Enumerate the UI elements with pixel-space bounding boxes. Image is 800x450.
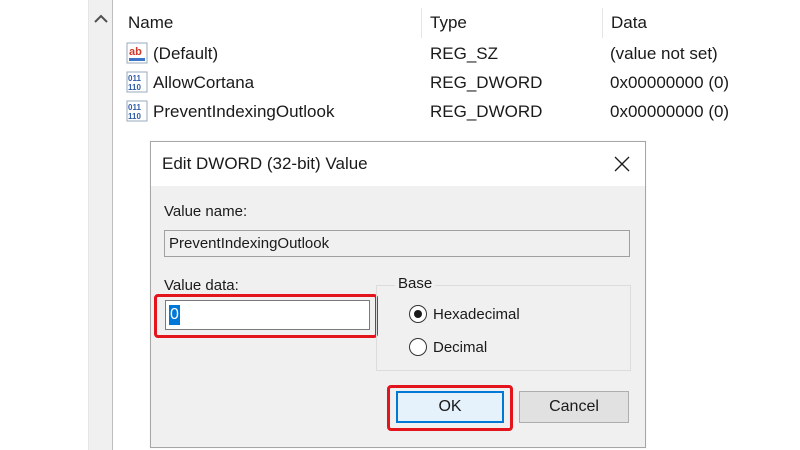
- scroll-up-arrow-icon[interactable]: [89, 8, 113, 30]
- value-name: AllowCortana: [153, 73, 255, 92]
- close-button[interactable]: [599, 142, 645, 186]
- list-item[interactable]: 011 110 PreventIndexingOutlook REG_DWORD…: [120, 97, 800, 126]
- value-data-label: Value data:: [164, 277, 239, 294]
- ok-highlight-box: [387, 385, 513, 431]
- column-header-type[interactable]: Type: [421, 8, 600, 38]
- svg-text:ab: ab: [129, 46, 142, 58]
- dialog-title: Edit DWORD (32-bit) Value: [162, 154, 368, 173]
- radio-hexadecimal-label: Hexadecimal: [433, 305, 520, 323]
- string-value-icon: ab: [126, 42, 148, 64]
- value-data-highlight-box: [154, 294, 378, 338]
- radio-hexadecimal[interactable]: Hexadecimal: [409, 302, 520, 326]
- edit-dword-dialog: Edit DWORD (32-bit) Value Value name: Pr…: [150, 141, 646, 448]
- value-name-field: PreventIndexingOutlook: [164, 230, 630, 257]
- column-header-data[interactable]: Data: [602, 8, 800, 38]
- value-name: PreventIndexingOutlook: [153, 102, 335, 121]
- value-name: (Default): [153, 44, 219, 63]
- value-type: REG_DWORD: [430, 73, 543, 92]
- value-data: (value not set): [610, 44, 718, 63]
- cancel-button[interactable]: Cancel: [519, 391, 629, 423]
- radio-decimal[interactable]: Decimal: [409, 335, 487, 359]
- svg-text:011: 011: [128, 74, 141, 83]
- list-item[interactable]: 011 110 AllowCortana REG_DWORD 0x0000000…: [120, 68, 800, 97]
- dword-value-icon: 011 110: [126, 71, 148, 93]
- dialog-title-bar[interactable]: Edit DWORD (32-bit) Value: [151, 142, 645, 186]
- dword-value-icon: 011 110: [126, 100, 148, 122]
- close-icon: [614, 156, 630, 172]
- tree-scrollbar[interactable]: [88, 0, 113, 450]
- radio-decimal-button[interactable]: [409, 338, 427, 356]
- value-type: REG_DWORD: [430, 102, 543, 121]
- value-name-label: Value name:: [164, 203, 248, 220]
- column-header-name[interactable]: Name: [120, 8, 418, 38]
- value-data: 0x00000000 (0): [610, 102, 730, 121]
- value-type: REG_SZ: [430, 44, 499, 63]
- column-headers: Name Type Data: [120, 8, 800, 38]
- radio-decimal-label: Decimal: [433, 338, 488, 356]
- svg-text:110: 110: [128, 83, 141, 92]
- list-item[interactable]: ab (Default) REG_SZ (value not set): [120, 39, 800, 68]
- radio-hexadecimal-button[interactable]: [409, 305, 427, 323]
- registry-tree-pane[interactable]: [0, 0, 88, 450]
- value-data: 0x00000000 (0): [610, 73, 730, 92]
- svg-text:011: 011: [128, 103, 141, 112]
- base-label: Base: [395, 275, 436, 292]
- svg-text:110: 110: [128, 112, 141, 121]
